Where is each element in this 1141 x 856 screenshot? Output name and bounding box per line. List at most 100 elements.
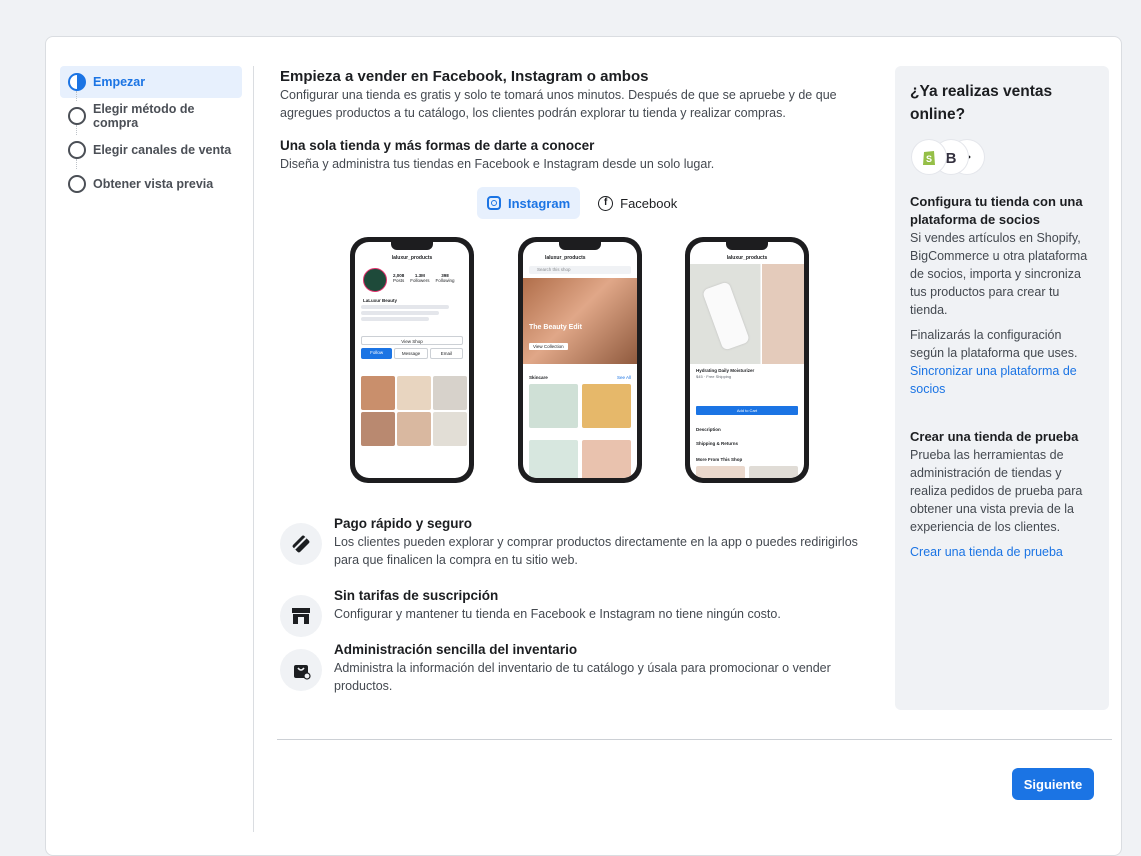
profile-stats: 2,008 Posts 1.3M Followers 398 Following bbox=[393, 273, 455, 283]
profile-stat: 1.3M Followers bbox=[410, 273, 430, 283]
feature-text: Configurar y mantener tu tienda en Faceb… bbox=[334, 607, 781, 621]
intro-text: Configurar una tienda es gratis y solo t… bbox=[280, 88, 837, 120]
facebook-icon: f bbox=[598, 195, 614, 211]
phone-previews: laluxur_products 2,008 Posts 1.3M Follower… bbox=[350, 237, 810, 483]
phone-screen: laluxur_products 2,008 Posts 1.3M Follower… bbox=[355, 242, 469, 478]
main-content: Empieza a vender en Facebook, Instagram … bbox=[280, 67, 860, 693]
setup-stepper: Empezar Elegir método de compra Elegir c… bbox=[60, 66, 242, 202]
phone-notch bbox=[391, 242, 433, 250]
bio-line bbox=[361, 317, 429, 321]
page-title: Empieza a vender en Facebook, Instagram … bbox=[280, 68, 649, 85]
related-photo bbox=[696, 466, 745, 478]
shop-handle: laluxur_products bbox=[545, 255, 586, 261]
product-photo bbox=[582, 440, 631, 478]
phone-product-preview: laluxur_products Hydrating Daily Moistur… bbox=[685, 237, 809, 483]
phone-screen: laluxur_products Search this shop The Be… bbox=[523, 242, 637, 478]
more-from-shop: More From This Shop bbox=[696, 457, 743, 462]
profile-stat: 2,008 Posts bbox=[393, 273, 405, 283]
test-shop-heading: Crear una tienda de prueba bbox=[910, 429, 1079, 444]
bio-line bbox=[361, 311, 439, 315]
step-elegir-metodo-compra[interactable]: Elegir método de compra bbox=[60, 100, 242, 135]
view-shop-button: View Shop bbox=[361, 336, 463, 345]
setup-card: Empezar Elegir método de compra Elegir c… bbox=[45, 36, 1122, 856]
phone-notch bbox=[559, 242, 601, 250]
step-label: Obtener vista previa bbox=[93, 177, 214, 191]
storefront-icon bbox=[280, 595, 322, 637]
product-photo bbox=[582, 384, 631, 428]
profile-actions: Follow Message Email bbox=[361, 348, 463, 359]
hero-image bbox=[523, 278, 637, 364]
related-photo bbox=[749, 466, 798, 478]
feature-text: Los clientes pueden explorar y comprar p… bbox=[334, 535, 858, 567]
feature-pago-rapido: Pago rápido y seguro Los clientes pueden… bbox=[280, 515, 860, 569]
email-button: Email bbox=[429, 348, 463, 359]
message-button: Message bbox=[394, 348, 428, 359]
facebook-tab[interactable]: f Facebook bbox=[588, 187, 687, 219]
product-price: $45 · Free Shipping bbox=[696, 374, 732, 379]
svg-text:S: S bbox=[926, 154, 932, 164]
phone-notch bbox=[726, 242, 768, 250]
shopify-logo-icon: S bbox=[912, 140, 946, 174]
facebook-tab-label: Facebook bbox=[620, 195, 678, 211]
online-sales-panel: ¿Ya realizas ventas online? S B Configur… bbox=[895, 66, 1109, 710]
partners-text: Si vendes artículos en Shopify, BigComme… bbox=[910, 231, 1088, 317]
partner-logos: S B bbox=[910, 140, 1094, 176]
next-button[interactable]: Siguiente bbox=[1012, 768, 1094, 800]
instagram-tab[interactable]: Instagram bbox=[477, 187, 581, 219]
shipping-row: Shipping & Returns bbox=[696, 441, 738, 446]
skincare-label: Skincare bbox=[529, 375, 548, 380]
grid-photo bbox=[361, 412, 395, 446]
step-empezar[interactable]: Empezar bbox=[60, 66, 242, 101]
product-photo bbox=[529, 384, 578, 428]
circle-icon bbox=[68, 107, 86, 125]
add-to-cart-button: Add to Cart bbox=[696, 406, 798, 415]
section-subtitle: Una sola tienda y más formas de darte a … bbox=[280, 138, 595, 153]
panel-title: ¿Ya realizas ventas online? bbox=[910, 83, 1053, 123]
circle-icon bbox=[68, 141, 86, 159]
card-icon bbox=[280, 523, 322, 565]
svg-text:B: B bbox=[946, 150, 957, 166]
profile-stat: 398 Following bbox=[435, 273, 455, 283]
feature-title: Pago rápido y seguro bbox=[334, 516, 473, 531]
phone-profile-preview: laluxur_products 2,008 Posts 1.3M Follower… bbox=[350, 237, 474, 483]
section-subtext: Diseña y administra tus tiendas en Faceb… bbox=[280, 157, 715, 171]
step-label: Empezar bbox=[93, 75, 146, 89]
profile-handle: laluxur_products bbox=[391, 255, 433, 261]
beauty-edit-title: The Beauty Edit bbox=[529, 324, 582, 331]
vertical-divider bbox=[253, 66, 254, 832]
step-label: Elegir canales de venta bbox=[93, 143, 232, 157]
grid-photo bbox=[361, 376, 395, 410]
product-name: Hydrating Daily Moisturizer bbox=[696, 368, 755, 373]
product-image bbox=[690, 264, 804, 364]
partners-heading: Configura tu tienda con una plataforma d… bbox=[910, 194, 1083, 227]
step-elegir-canales-venta[interactable]: Elegir canales de venta bbox=[60, 134, 242, 169]
phone-screen: laluxur_products Hydrating Daily Moistur… bbox=[690, 242, 804, 478]
brand-name: LaLuxur Beauty bbox=[363, 298, 398, 303]
product-photo bbox=[529, 440, 578, 478]
circle-icon bbox=[68, 175, 86, 193]
step-label: Elegir método de compra bbox=[93, 102, 195, 130]
feature-inventario: Administración sencilla del inventario A… bbox=[280, 641, 860, 695]
follow-button: Follow bbox=[361, 348, 393, 359]
product-handle: laluxur_products bbox=[726, 255, 768, 261]
profile-avatar bbox=[363, 268, 387, 292]
see-all-link: See All bbox=[616, 375, 631, 380]
grid-photo bbox=[397, 376, 431, 410]
channel-toggle: Instagram f Facebook bbox=[477, 187, 687, 219]
phone-shop-preview: laluxur_products Search this shop The Be… bbox=[518, 237, 642, 483]
feature-text: Administra la información del inventario… bbox=[334, 661, 831, 693]
footer-divider bbox=[277, 739, 1112, 740]
partners-text-2: Finalizarás la configuración según la pl… bbox=[910, 328, 1078, 360]
instagram-tab-label: Instagram bbox=[508, 195, 571, 211]
grid-photo bbox=[433, 412, 467, 446]
step-obtener-vista-previa[interactable]: Obtener vista previa bbox=[60, 168, 242, 200]
description-row: Description bbox=[696, 427, 721, 432]
bio-line bbox=[361, 305, 449, 309]
test-shop-text: Prueba las herramientas de administració… bbox=[910, 448, 1083, 534]
sync-partner-link[interactable]: Sincronizar una plataforma de socios bbox=[910, 362, 1094, 398]
view-collection-button: View Collection bbox=[529, 343, 568, 350]
half-circle-icon bbox=[68, 73, 86, 91]
create-test-shop-link[interactable]: Crear una tienda de prueba bbox=[910, 543, 1094, 561]
grid-photo bbox=[397, 412, 431, 446]
grid-photo bbox=[433, 376, 467, 410]
